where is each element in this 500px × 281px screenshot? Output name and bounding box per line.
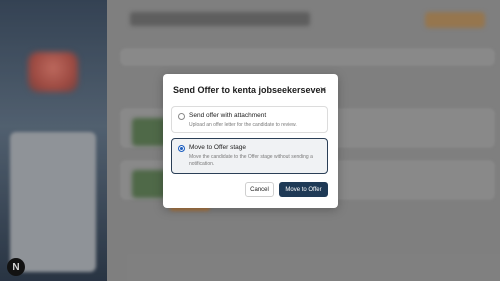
- dialog-title: Send Offer to kenta jobseekerseven: [173, 85, 327, 95]
- option-description: Upload an offer letter for the candidate…: [189, 122, 297, 128]
- close-icon[interactable]: ✕: [318, 85, 328, 95]
- option-move-to-offer-stage[interactable]: Move to Offer stage Move the candidate t…: [171, 138, 328, 174]
- radio-move-to-offer-stage[interactable]: [178, 145, 185, 152]
- option-label: Send offer with attachment: [189, 112, 267, 119]
- cancel-button[interactable]: Cancel: [245, 182, 274, 197]
- option-label: Move to Offer stage: [189, 144, 246, 151]
- move-to-offer-button[interactable]: Move to Offer: [279, 182, 328, 197]
- option-description: Move the candidate to the Offer stage wi…: [189, 154, 313, 167]
- option-send-with-attachment[interactable]: Send offer with attachment Upload an off…: [171, 106, 328, 133]
- send-offer-dialog: Send Offer to kenta jobseekerseven ✕ Sen…: [163, 74, 338, 208]
- radio-send-with-attachment[interactable]: [178, 113, 185, 120]
